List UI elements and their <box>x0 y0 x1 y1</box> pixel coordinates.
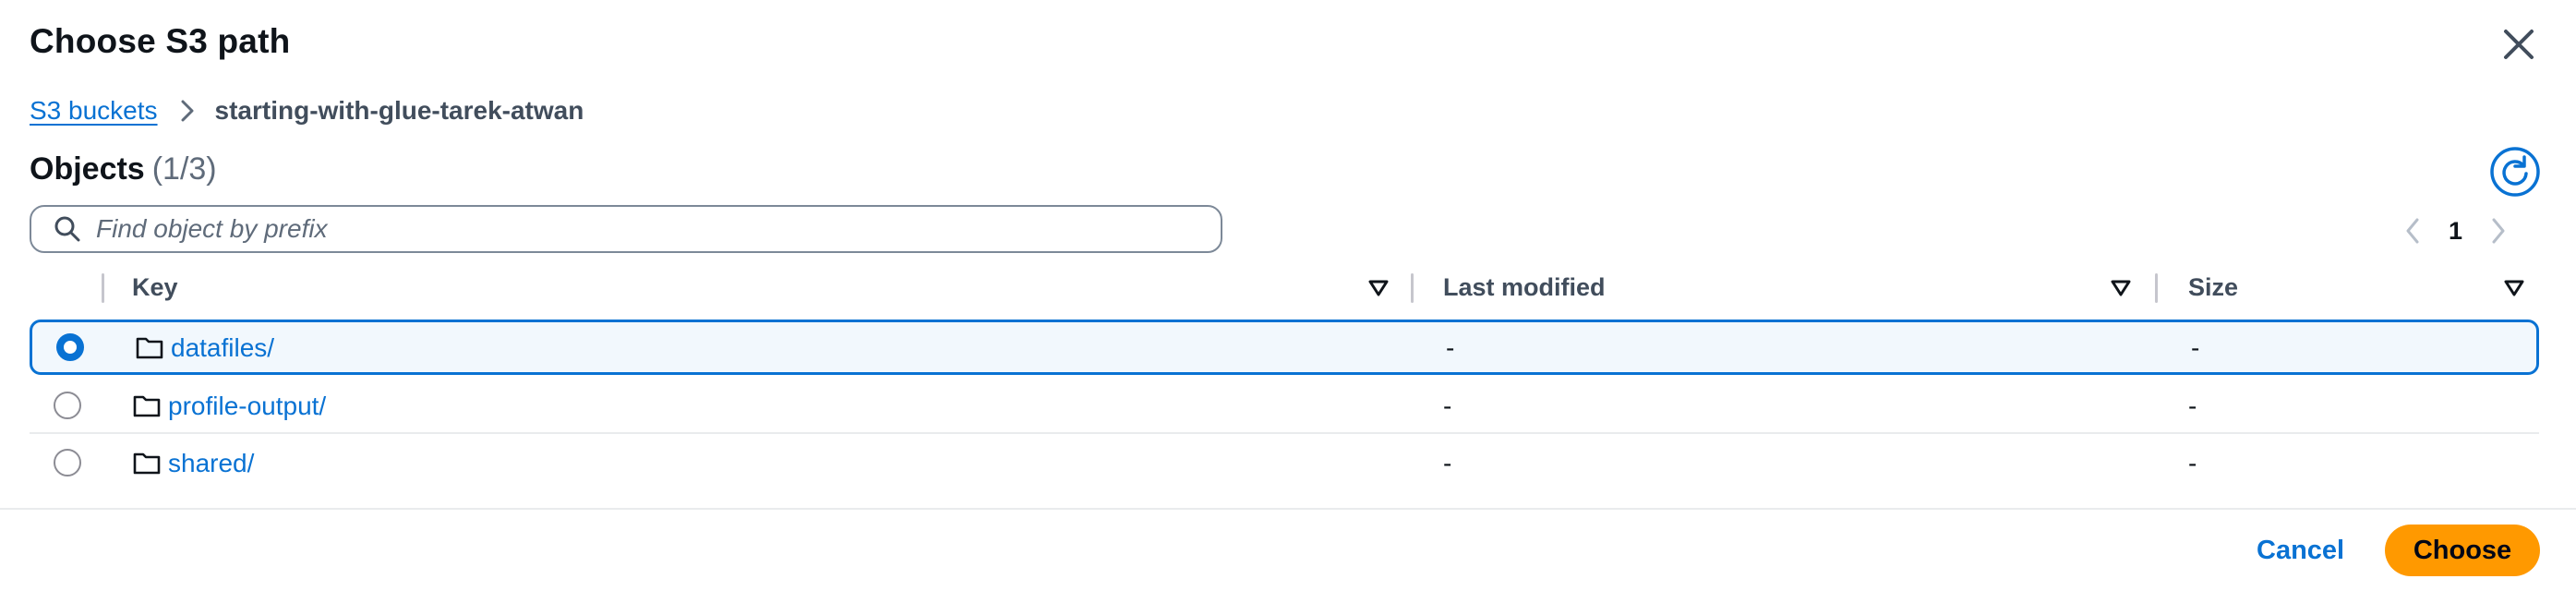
search-icon <box>54 216 80 242</box>
objects-count: (1/3) <box>151 151 217 187</box>
table-row[interactable]: profile-output/ - - <box>30 379 2539 434</box>
sort-icon[interactable] <box>1368 279 1389 297</box>
close-icon <box>2504 30 2534 59</box>
folder-icon <box>133 452 161 475</box>
chevron-left-icon <box>2406 218 2419 244</box>
object-key-link[interactable]: profile-output/ <box>168 392 326 421</box>
column-header-size[interactable]: Size <box>2188 273 2238 302</box>
size-value: - <box>2191 333 2200 362</box>
object-key-link[interactable]: shared/ <box>168 449 254 478</box>
cancel-button[interactable]: Cancel <box>2257 536 2344 566</box>
table-header: Key Last modified Size <box>30 270 2539 307</box>
breadcrumb-s3-buckets[interactable]: S3 buckets <box>30 96 158 126</box>
size-value: - <box>2188 449 2197 477</box>
previous-page-button[interactable] <box>2401 212 2425 249</box>
row-radio[interactable] <box>54 449 81 476</box>
breadcrumb: S3 buckets starting-with-glue-tarek-atwa… <box>30 96 584 126</box>
row-radio-selected[interactable] <box>56 333 84 361</box>
column-header-last-modified[interactable]: Last modified <box>1443 273 1606 302</box>
size-value: - <box>2188 392 2197 420</box>
sort-icon[interactable] <box>2504 279 2524 297</box>
last-modified-value: - <box>1446 333 1455 362</box>
sort-icon[interactable] <box>2111 279 2131 297</box>
next-page-button[interactable] <box>2486 212 2510 249</box>
objects-heading: Objects (1/3) <box>30 151 217 187</box>
last-modified-value: - <box>1443 392 1452 420</box>
search-input[interactable] <box>96 214 1186 244</box>
column-divider[interactable] <box>2155 273 2158 303</box>
choose-button[interactable]: Choose <box>2385 525 2540 576</box>
table-row[interactable]: datafiles/ - - <box>30 320 2539 375</box>
chevron-right-icon <box>180 99 195 123</box>
column-header-key[interactable]: Key <box>132 273 178 302</box>
modal-title: Choose S3 path <box>30 22 291 60</box>
table-row[interactable]: shared/ - - <box>30 436 2539 491</box>
column-divider[interactable] <box>1411 273 1414 303</box>
last-modified-value: - <box>1443 449 1452 477</box>
folder-icon <box>136 337 163 359</box>
chevron-right-icon <box>2492 218 2505 244</box>
page-number[interactable]: 1 <box>2449 217 2462 246</box>
refresh-button[interactable] <box>2489 146 2541 198</box>
object-key-link[interactable]: datafiles/ <box>171 333 274 363</box>
breadcrumb-current-bucket: starting-with-glue-tarek-atwan <box>214 96 584 125</box>
objects-heading-label: Objects <box>30 151 145 187</box>
search-field[interactable] <box>30 205 1222 253</box>
footer-divider <box>0 508 2576 510</box>
folder-icon <box>133 395 161 417</box>
pagination: 1 <box>2401 211 2510 251</box>
column-divider <box>102 273 104 303</box>
row-radio[interactable] <box>54 392 81 419</box>
close-button[interactable] <box>2498 24 2539 65</box>
refresh-icon <box>2490 147 2540 197</box>
